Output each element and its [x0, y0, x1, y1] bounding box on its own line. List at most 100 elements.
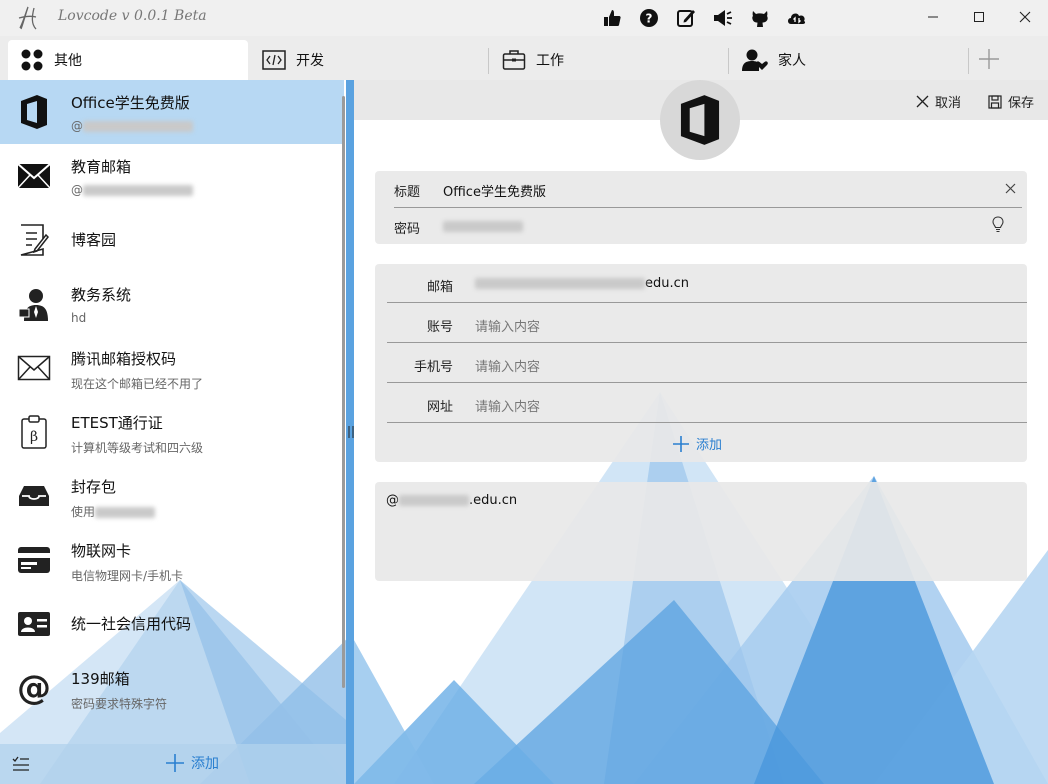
tab-divider	[968, 48, 969, 74]
svg-text:?: ?	[646, 12, 653, 26]
subtitle-prefix: @	[71, 119, 83, 133]
list-item[interactable]: 教务系统 hd	[0, 272, 344, 336]
list-item-title: Office学生免费版	[71, 94, 190, 112]
plus-icon	[166, 754, 184, 772]
password-input[interactable]	[443, 219, 523, 234]
list-item-subtitle: 计算机等级考试和四六级	[71, 441, 204, 455]
list-item[interactable]: @ 139邮箱 密码要求特殊字符	[0, 656, 344, 720]
list-item-title: 博客园	[71, 231, 117, 249]
github-icon[interactable]	[748, 6, 772, 30]
title-label: 标题	[394, 185, 421, 200]
title-password-card: 标题 Office学生免费版 密码	[375, 171, 1027, 244]
code-icon	[262, 50, 286, 70]
note-prefix: @	[386, 493, 399, 508]
at-icon: @	[16, 670, 52, 706]
list-item-title: 教务系统	[71, 286, 132, 304]
divider	[387, 342, 1027, 343]
note-icon	[16, 222, 52, 258]
envelope-icon	[16, 350, 52, 386]
list-item[interactable]: 封存包 使用	[0, 464, 344, 528]
maximize-button[interactable]	[956, 0, 1002, 34]
save-icon	[988, 94, 1002, 109]
plus-icon	[673, 435, 689, 452]
divider	[387, 382, 1027, 383]
tab-family[interactable]: 家人	[730, 40, 966, 80]
title-input[interactable]: Office学生免费版	[443, 181, 546, 200]
save-button[interactable]: 保存	[988, 92, 1034, 111]
list-item[interactable]: 腾讯邮箱授权码 现在这个邮箱已经不用了	[0, 336, 344, 400]
url-label: 网址	[427, 400, 454, 415]
account-label: 账号	[427, 320, 454, 335]
edit-icon[interactable]	[674, 6, 698, 30]
app-title: Lovcode v 0.0.1 Beta	[58, 8, 207, 24]
add-tab-button[interactable]	[974, 42, 1004, 76]
list-scrollbar[interactable]	[342, 96, 345, 688]
list-item[interactable]: 物联网卡 电信物理网卡/手机卡	[0, 528, 344, 592]
divider	[387, 302, 1027, 303]
email-field[interactable]: edu.cn	[475, 276, 689, 291]
url-field[interactable]: 请输入内容	[475, 396, 540, 415]
redacted-text	[443, 221, 523, 232]
megaphone-icon[interactable]	[711, 6, 735, 30]
entry-icon[interactable]	[660, 80, 740, 160]
list-item-subtitle: 现在这个邮箱已经不用了	[71, 377, 204, 391]
list-item[interactable]: 教育邮箱 @	[0, 144, 344, 208]
briefcase-icon	[502, 50, 526, 70]
phone-field[interactable]: 请输入内容	[475, 356, 540, 375]
redacted-text	[475, 278, 645, 289]
detail-panel: 取消 保存 标题 Office学生免费版 密码 邮箱 edu.cn 账号 请输入…	[354, 80, 1048, 784]
svg-text:β: β	[30, 429, 38, 445]
redacted-text	[83, 121, 193, 132]
list-item[interactable]: 统一社会信用代码	[0, 592, 344, 656]
divider	[387, 422, 1027, 423]
account-field[interactable]: 请输入内容	[475, 316, 540, 335]
svg-text:@: @	[17, 671, 51, 705]
list-item-subtitle: hd	[71, 311, 87, 325]
list-item-subtitle: @	[71, 183, 193, 197]
save-label: 保存	[1008, 96, 1035, 111]
entry-list: Office学生免费版 @ 教育邮箱 @ 博客园 教务系统 hd 腾讯邮箱授权码…	[0, 80, 346, 784]
tab-work[interactable]: 工作	[490, 40, 726, 80]
family-icon	[742, 49, 768, 71]
redacted-text	[399, 495, 469, 506]
add-field-label: 添加	[696, 438, 723, 453]
subtitle-prefix: @	[71, 183, 83, 197]
add-entry-button[interactable]: 添加	[165, 753, 219, 773]
tab-label: 家人	[778, 53, 806, 69]
cancel-label: 取消	[935, 96, 962, 111]
close-window-button[interactable]	[1002, 0, 1048, 34]
list-item-title: 139邮箱	[71, 670, 130, 688]
credit-card-icon	[16, 542, 52, 578]
list-item[interactable]: 博客园	[0, 208, 344, 272]
list-item-title: ETEST通行证	[71, 414, 163, 432]
tab-dev[interactable]: 开发	[250, 40, 486, 80]
title-bar: Lovcode v 0.0.1 Beta ?	[0, 0, 1048, 36]
list-item[interactable]: Office学生免费版 @	[0, 80, 344, 144]
apps-icon	[21, 49, 43, 71]
list-item[interactable]: β ETEST通行证 计算机等级考试和四六级	[0, 400, 344, 464]
inbox-icon	[16, 478, 52, 514]
lightbulb-icon[interactable]	[992, 216, 1004, 233]
cloud-sync-icon[interactable]	[785, 6, 809, 30]
tab-label: 其他	[54, 53, 82, 69]
user-tie-icon	[16, 286, 52, 322]
cancel-button[interactable]: 取消	[916, 92, 961, 111]
redacted-text	[83, 185, 193, 196]
minimize-button[interactable]	[910, 0, 956, 34]
tab-other[interactable]: 其他	[8, 40, 248, 80]
list-menu-icon[interactable]	[12, 756, 30, 772]
office-icon	[680, 95, 720, 145]
id-card-icon	[16, 606, 52, 642]
add-field-button[interactable]: 添加	[672, 434, 722, 453]
office-icon	[16, 94, 52, 130]
note-suffix: .edu.cn	[469, 493, 518, 508]
clear-icon[interactable]	[1005, 183, 1016, 194]
tab-divider	[488, 48, 489, 74]
tab-label: 开发	[296, 53, 324, 69]
note-card[interactable]: @ .edu.cn	[375, 482, 1027, 581]
help-icon[interactable]: ?	[637, 6, 661, 30]
app-logo-icon	[18, 6, 37, 30]
tab-label: 工作	[536, 53, 564, 69]
thumbs-up-icon[interactable]	[600, 6, 624, 30]
tab-divider	[728, 48, 729, 74]
